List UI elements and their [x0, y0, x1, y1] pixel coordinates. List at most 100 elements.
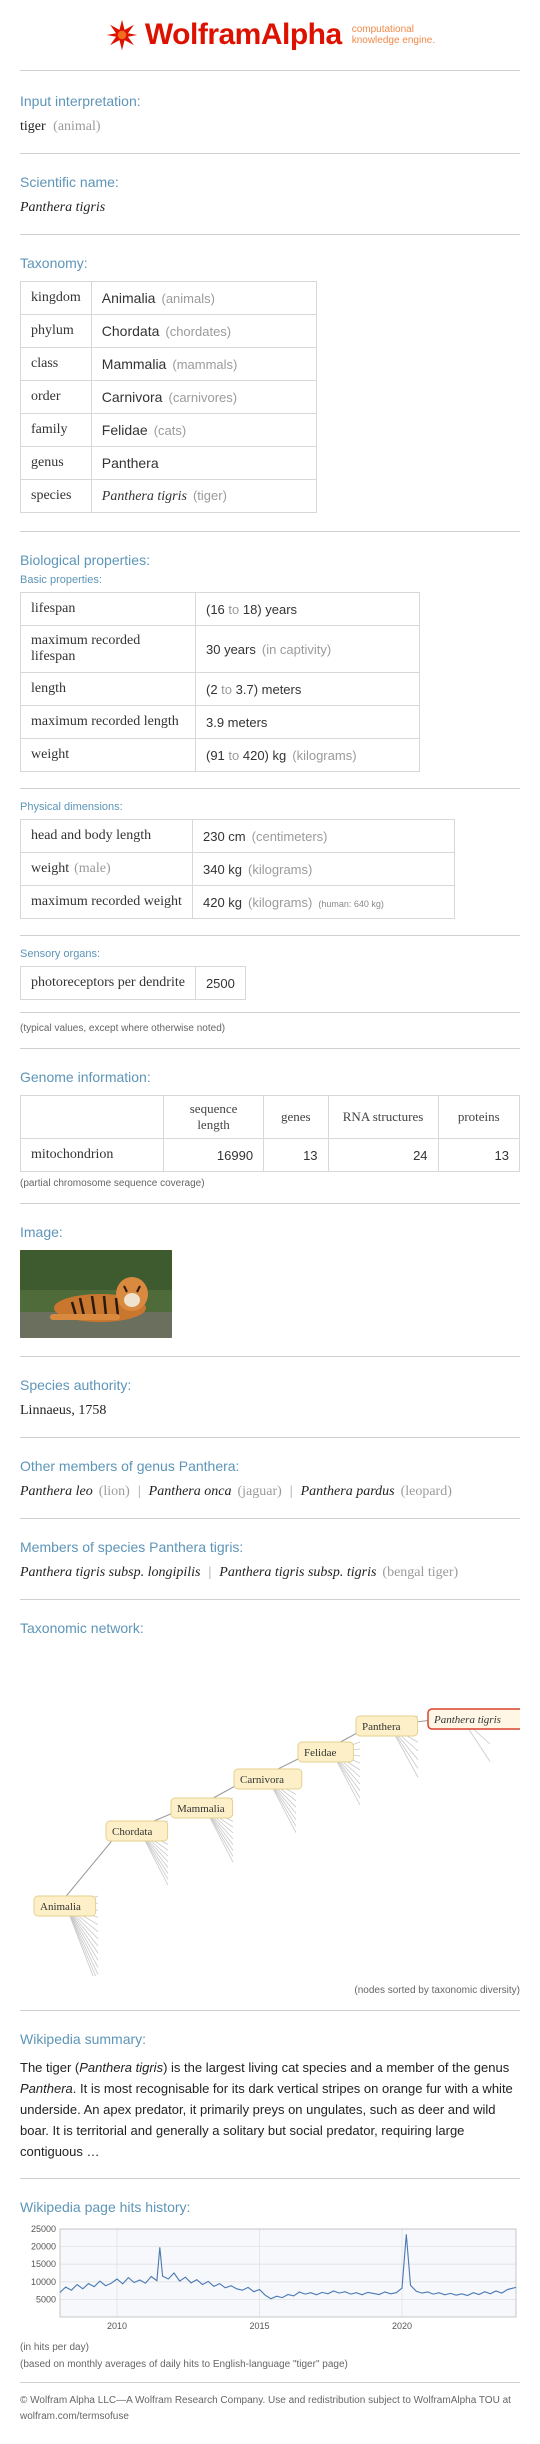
- network-node[interactable]: Panthera: [355, 1715, 419, 1737]
- y-tick-label: 25000: [31, 2225, 56, 2234]
- species-members-list: Panthera tigris subsp. longipilis | Panthe…: [20, 1565, 520, 1581]
- property-value: (91 to 420) kg (kilograms): [195, 738, 420, 772]
- y-tick-label: 10000: [31, 2277, 56, 2287]
- hits-note-units: (in hits per day): [20, 2342, 89, 2353]
- taxonomy-value[interactable]: Panthera: [90, 446, 317, 480]
- property-value: (2 to 3.7) meters: [195, 672, 420, 706]
- divider: [20, 1203, 520, 1204]
- hits-note-source: (based on monthly averages of daily hits…: [20, 2359, 348, 2370]
- divider: [20, 70, 520, 71]
- taxonomy-row: family Felidae (cats): [20, 413, 317, 447]
- network-node[interactable]: Felidae: [297, 1741, 354, 1763]
- property-row: maximum recorded lifespan 30 years (in cap…: [20, 625, 420, 673]
- network-node-label: Chordata: [112, 1826, 152, 1838]
- property-label: photoreceptors per dendrite: [20, 966, 196, 1000]
- genus-member-link[interactable]: Panthera leo (lion): [20, 1484, 130, 1499]
- y-tick-label: 20000: [31, 2242, 56, 2252]
- network-node-label: Mammalia: [177, 1803, 225, 1815]
- pod-title-genome: Genome information:: [20, 1069, 151, 1085]
- network-node[interactable]: Carnivora: [233, 1768, 303, 1790]
- network-node[interactable]: Animalia: [33, 1895, 97, 1917]
- taxon-common-name: (carnivores): [168, 390, 238, 405]
- property-label: head and body length: [20, 819, 193, 853]
- genome-row: mitochondrion 16990 13 24 13: [19, 1138, 521, 1172]
- property-value: 230 cm (centimeters): [192, 819, 455, 853]
- result-page: Wolfram Alpha computational knowledge eng…: [0, 0, 540, 2444]
- member-common-name: (jaguar): [237, 1484, 282, 1499]
- wiki-text-italic-1: Panthera tigris: [79, 2060, 164, 2075]
- taxonomy-value[interactable]: Carnivora (carnivores): [90, 380, 317, 414]
- taxon-common-name: (tiger): [192, 487, 227, 503]
- input-interpretation: tiger (animal): [20, 119, 520, 135]
- network-node[interactable]: Panthera tigris: [427, 1708, 534, 1730]
- property-row: photoreceptors per dendrite 2500: [20, 966, 246, 1000]
- input-term: tiger: [20, 119, 46, 134]
- property-label: length: [20, 672, 196, 706]
- list-separator: |: [289, 1484, 293, 1499]
- property-value: (16 to 18) years: [195, 592, 420, 626]
- divider: [20, 1599, 520, 1600]
- taxonomy-value[interactable]: Panthera tigris (tiger): [90, 479, 317, 513]
- taxon-name: Panthera tigris: [101, 488, 187, 504]
- property-label: lifespan: [20, 592, 196, 626]
- taxon-common-name: (cats): [153, 423, 187, 438]
- sensory-organs-title: Sensory organs:: [20, 948, 101, 960]
- range-to: to: [228, 747, 240, 763]
- network-node[interactable]: Mammalia: [170, 1797, 234, 1819]
- y-tick-label: 5000: [36, 2294, 56, 2304]
- species-member-link[interactable]: Panthera tigris subsp. tigris (bengal tig…: [219, 1565, 458, 1580]
- member-common-name: (bengal tiger): [382, 1565, 459, 1580]
- logo-wordmark[interactable]: Wolfram Alpha: [145, 18, 342, 52]
- genus-member-link[interactable]: Panthera onca (jaguar): [149, 1484, 282, 1499]
- bio-note: (typical values, except where otherwise …: [20, 1023, 226, 1034]
- network-note: (nodes sorted by taxonomic diversity): [354, 1985, 520, 1996]
- property-label: weight (male): [20, 852, 193, 886]
- tiger-photo: [20, 1250, 172, 1338]
- pod-title-authority: Species authority:: [20, 1377, 132, 1393]
- taxonomic-network-graph[interactable]: Animalia Chordata Mammalia Carnivora Felidae…: [20, 1646, 534, 1990]
- plot-area: [60, 2229, 516, 2317]
- y-tick-label: 15000: [31, 2259, 56, 2269]
- member-common-name: (lion): [98, 1484, 130, 1499]
- property-row: head and body length 230 cm (centimeters): [20, 819, 455, 853]
- species-authority: Linnaeus, 1758: [20, 1403, 107, 1418]
- page-hits-chart[interactable]: 25000 20000 15000 10000 5000 2010 2015 2020: [20, 2224, 520, 2335]
- taxonomy-rank: kingdom: [20, 281, 92, 315]
- network-node[interactable]: Chordata: [105, 1820, 169, 1842]
- taxonomy-rank: species: [20, 479, 92, 513]
- genome-header-row: sequence length genes RNA structures protei…: [19, 1095, 521, 1139]
- wiki-text-3: . It is most recognisable for its dark v…: [20, 2081, 513, 2159]
- tiger-image[interactable]: [20, 1250, 172, 1338]
- property-value: 420 kg (kilograms) (human: 640 kg): [192, 885, 455, 919]
- divider: [20, 1437, 520, 1438]
- property-note: (human: 640 kg): [318, 898, 384, 909]
- taxonomy-value[interactable]: Felidae (cats): [90, 413, 317, 447]
- genus-members-list: Panthera leo (lion) | Panthera onca (jaguar)…: [20, 1484, 520, 1500]
- taxonomy-row: class Mammalia (mammals): [20, 347, 317, 381]
- taxon-name: Animalia: [101, 290, 156, 306]
- property-label-text: head and body length: [31, 828, 152, 843]
- genus-member-link[interactable]: Panthera pardus (leopard): [301, 1484, 452, 1499]
- taxonomy-rank: class: [20, 347, 92, 381]
- wiki-summary: The tiger (Panthera tigris) is the large…: [20, 2057, 520, 2162]
- member-name: Panthera pardus: [300, 1484, 395, 1499]
- logo-wolfram: Wolfram: [144, 18, 261, 51]
- divider: [20, 531, 520, 532]
- footer-terms-link[interactable]: wolfram.com/termsofuse: [20, 2409, 520, 2425]
- property-extra: (kilograms): [248, 894, 313, 910]
- taxonomy-rank: genus: [20, 446, 92, 480]
- wiki-text-1: The tiger (: [20, 2060, 80, 2075]
- pod-title-hits: Wikipedia page hits history:: [20, 2199, 191, 2215]
- pod-title-taxonomy: Taxonomy:: [20, 255, 88, 271]
- taxonomy-value[interactable]: Animalia (animals): [90, 281, 317, 315]
- taxon-common-name: (mammals): [172, 357, 238, 372]
- species-member-link[interactable]: Panthera tigris subsp. longipilis: [20, 1565, 200, 1580]
- divider: [20, 1518, 520, 1519]
- physical-dimensions-title: Physical dimensions:: [20, 801, 123, 813]
- property-value: 340 kg (kilograms): [192, 852, 455, 886]
- genome-cell: 13: [437, 1138, 521, 1172]
- wiki-text-2: ) is the largest living cat species and …: [163, 2060, 510, 2075]
- taxonomy-value[interactable]: Chordata (chordates): [90, 314, 317, 348]
- divider: [20, 234, 520, 235]
- taxonomy-value[interactable]: Mammalia (mammals): [90, 347, 317, 381]
